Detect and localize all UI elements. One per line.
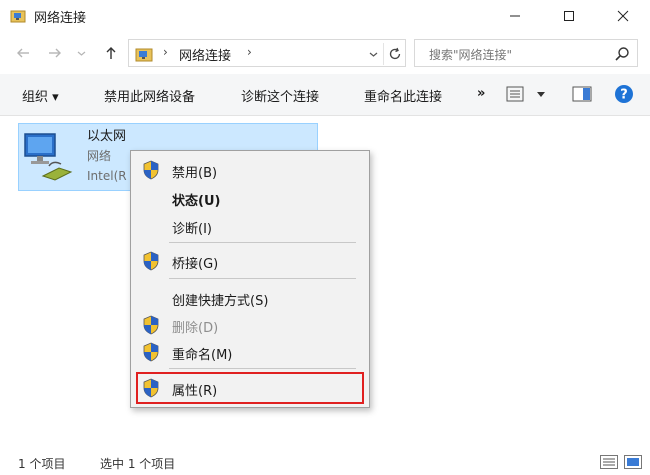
menu-item-status[interactable]: 状态(U) — [131, 185, 369, 211]
preview-pane-icon[interactable] — [572, 85, 592, 103]
search-icon[interactable] — [613, 45, 631, 63]
window-title: 网络连接 — [34, 11, 87, 26]
menu-separator — [169, 368, 356, 369]
back-button[interactable] — [12, 42, 34, 64]
menu-item-disable[interactable]: 禁用(B) — [131, 157, 369, 183]
forward-arrow-icon — [49, 48, 61, 58]
adapter-device: Intel(R — [87, 169, 127, 183]
menu-item-diagnose[interactable]: 诊断(I) — [131, 213, 369, 239]
breadcrumb-separator[interactable]: › — [247, 45, 252, 59]
up-button[interactable] — [100, 42, 122, 64]
menu-label: 创建快捷方式(S) — [172, 294, 269, 309]
change-view-icon[interactable] — [506, 85, 524, 103]
back-arrow-icon — [17, 48, 29, 58]
minimize-button[interactable] — [492, 0, 538, 32]
refresh-button[interactable] — [383, 43, 405, 65]
menu-label: 诊断(I) — [172, 222, 212, 237]
ethernet-adapter-icon — [24, 133, 73, 181]
menu-separator — [169, 242, 356, 243]
minimize-icon — [510, 15, 520, 17]
address-bar[interactable]: › 网络连接 › — [128, 39, 406, 67]
context-menu: 禁用(B) 状态(U) 诊断(I) 桥接(G) 创建快捷方式(S) 删除(D) … — [130, 150, 370, 408]
item-count: 1 个项目 — [18, 457, 66, 471]
menu-label: 重命名(M) — [172, 348, 233, 363]
details-view-icon[interactable] — [600, 455, 618, 469]
menu-label: 桥接(G) — [172, 257, 219, 272]
adapter-name: 以太网 — [87, 129, 127, 144]
more-commands-button[interactable]: » — [477, 86, 485, 101]
chevron-down-icon — [77, 51, 85, 56]
command-bar: 组织 ▾ 禁用此网络设备 诊断这个连接 重命名此连接 » ? — [0, 74, 650, 116]
chevron-down-icon[interactable] — [536, 89, 546, 99]
menu-item-create-shortcut[interactable]: 创建快捷方式(S) — [131, 285, 369, 311]
network-folder-icon — [10, 10, 26, 23]
maximize-icon — [564, 11, 574, 21]
close-icon — [617, 10, 629, 22]
chevron-down-icon — [369, 52, 377, 57]
help-icon[interactable]: ? — [614, 84, 634, 104]
large-icons-view-icon[interactable] — [624, 455, 642, 469]
selected-count: 选中 1 个项目 — [100, 457, 176, 471]
menu-separator — [169, 278, 356, 279]
rename-button[interactable]: 重命名此连接 — [364, 86, 442, 105]
menu-item-rename[interactable]: 重命名(M) — [131, 339, 369, 365]
forward-button[interactable] — [44, 42, 66, 64]
search-input[interactable]: 搜索"网络连接" — [414, 39, 638, 67]
maximize-button[interactable] — [546, 0, 592, 32]
status-bar: 1 个项目 选中 1 个项目 — [0, 449, 650, 475]
uac-shield-icon — [143, 251, 159, 271]
breadcrumb-current[interactable]: 网络连接 — [179, 45, 231, 64]
refresh-icon — [389, 47, 400, 60]
svg-text:?: ? — [620, 88, 628, 103]
close-button[interactable] — [600, 0, 646, 32]
menu-item-bridge[interactable]: 桥接(G) — [131, 248, 369, 274]
menu-label: 状态(U) — [172, 194, 221, 209]
network-folder-icon — [135, 48, 153, 62]
title-bar: 网络连接 — [0, 0, 650, 32]
address-row: › 网络连接 › 搜索"网络连接" — [0, 36, 650, 70]
recent-locations-button[interactable] — [74, 42, 88, 64]
uac-shield-icon — [143, 342, 159, 362]
menu-label: 删除(D) — [172, 321, 219, 336]
breadcrumb-separator[interactable]: › — [163, 45, 168, 59]
annotation-highlight-box — [136, 372, 364, 404]
uac-shield-icon — [143, 315, 159, 335]
menu-label: 禁用(B) — [172, 166, 218, 181]
up-arrow-icon — [106, 47, 116, 59]
address-dropdown-button[interactable] — [365, 44, 381, 64]
search-placeholder: 搜索"网络连接" — [429, 48, 513, 62]
disable-device-button[interactable]: 禁用此网络设备 — [104, 86, 195, 105]
diagnose-button[interactable]: 诊断这个连接 — [241, 86, 319, 105]
organize-menu[interactable]: 组织 ▾ — [22, 86, 59, 105]
adapter-network: 网络 — [87, 149, 112, 163]
uac-shield-icon — [143, 160, 159, 180]
menu-item-delete: 删除(D) — [131, 312, 369, 338]
